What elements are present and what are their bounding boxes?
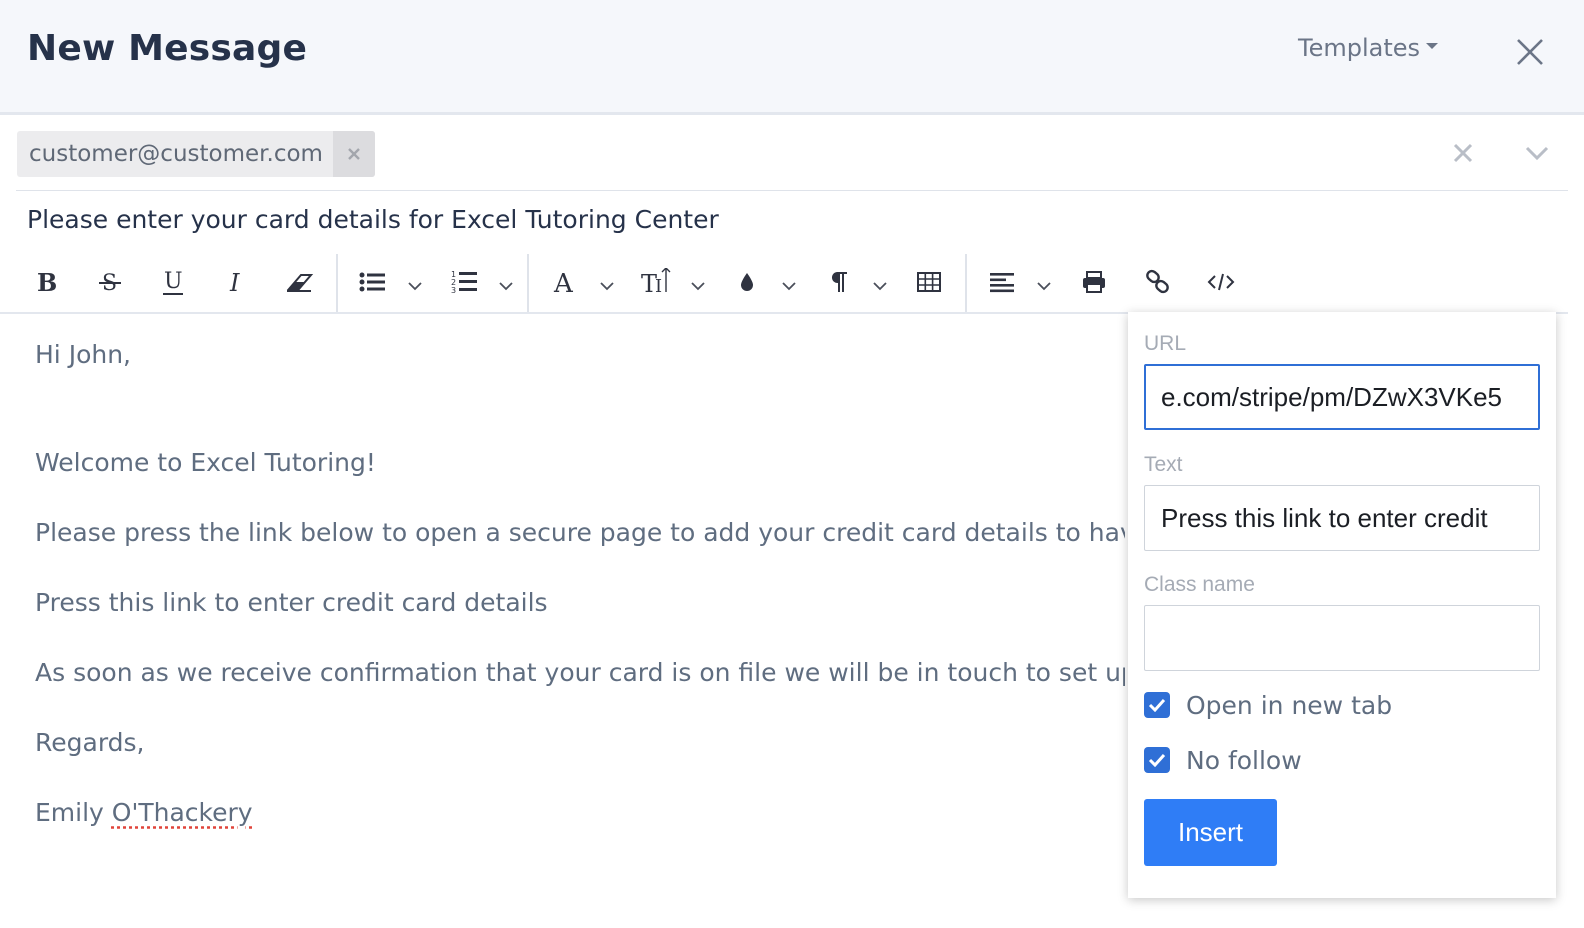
body-line-link: Press this link to enter credit card det… <box>35 588 548 617</box>
templates-dropdown[interactable]: Templates <box>1298 34 1439 62</box>
numbered-list-button[interactable]: 1 2 3 <box>450 264 480 300</box>
italic-icon: I <box>229 269 240 295</box>
class-name-label: Class name <box>1144 573 1255 596</box>
font-family-button[interactable]: A <box>550 264 580 300</box>
subject-line[interactable]: Please enter your card details for Excel… <box>27 205 719 234</box>
chevron-down-icon <box>691 282 705 291</box>
text-color-dropdown[interactable] <box>782 276 796 291</box>
close-icon <box>348 148 360 160</box>
clear-recipients-button[interactable] <box>1452 142 1474 164</box>
eraser-icon <box>286 274 314 292</box>
svg-text:I: I <box>655 276 662 296</box>
open-new-tab-label[interactable]: Open in new tab <box>1186 691 1392 720</box>
close-icon <box>1517 39 1543 65</box>
chevron-down-icon <box>873 282 887 291</box>
svg-text:3: 3 <box>451 286 456 295</box>
editor-toolbar: B S U I 1 2 3 A T I <box>0 252 1568 314</box>
font-icon: A <box>553 269 574 296</box>
chevron-down-icon <box>782 282 796 291</box>
body-line-greeting: Hi John, <box>35 340 131 369</box>
chevron-down-icon <box>1037 282 1051 291</box>
align-left-icon <box>990 273 1014 293</box>
url-input[interactable] <box>1144 364 1540 430</box>
paragraph-dropdown[interactable] <box>873 276 887 291</box>
signature-first-name: Emily <box>35 798 112 827</box>
no-follow-checkbox[interactable] <box>1144 747 1170 773</box>
paragraph-icon <box>831 272 847 292</box>
insert-table-button[interactable] <box>914 264 944 300</box>
bulleted-list-icon <box>359 272 385 292</box>
message-header: New Message Templates <box>0 0 1584 115</box>
code-view-icon <box>1207 273 1235 291</box>
font-size-icon: T I <box>641 268 671 296</box>
toolbar-divider <box>965 254 967 312</box>
recipients-field[interactable]: customer@customer.com <box>16 118 1568 191</box>
templates-label: Templates <box>1298 34 1421 62</box>
italic-button[interactable]: I <box>222 264 252 300</box>
body-line-regards: Regards, <box>35 728 145 757</box>
insert-link-button[interactable] <box>1142 264 1174 300</box>
numbered-list-dropdown[interactable] <box>499 276 513 291</box>
print-icon <box>1083 271 1105 293</box>
checkmark-icon <box>1148 753 1166 767</box>
bold-icon: B <box>37 269 57 295</box>
body-line-signature: Emily O'Thackery <box>35 798 253 827</box>
strikethrough-icon: S <box>99 271 121 295</box>
recipient-email: customer@customer.com <box>29 141 323 167</box>
bold-button[interactable]: B <box>32 264 62 300</box>
clear-format-button[interactable] <box>284 264 316 300</box>
paragraph-button[interactable] <box>826 264 852 300</box>
text-label: Text <box>1144 453 1183 476</box>
code-view-button[interactable] <box>1205 264 1237 300</box>
toolbar-divider <box>527 254 529 312</box>
remove-recipient-button[interactable] <box>332 131 375 177</box>
chevron-down-icon <box>600 282 614 291</box>
chevron-down-icon <box>499 282 513 291</box>
page-title: New Message <box>27 28 308 69</box>
bulleted-list-button[interactable] <box>358 264 388 300</box>
checkmark-icon <box>1148 698 1166 712</box>
signature-last-name: O'Thackery <box>111 798 253 827</box>
strikethrough-button[interactable]: S <box>94 264 126 300</box>
chevron-down-icon <box>408 282 422 291</box>
body-line-confirmation: As soon as we receive confirmation that … <box>35 658 1125 687</box>
svg-text:B: B <box>37 269 57 295</box>
link-popup: URL Text Class name Open in new tab No f… <box>1128 312 1556 898</box>
recipient-chip: customer@customer.com <box>17 131 375 177</box>
text-color-button[interactable] <box>734 264 760 300</box>
svg-text:I: I <box>229 269 240 295</box>
no-follow-label[interactable]: No follow <box>1186 746 1302 775</box>
message-body[interactable]: Hi John, Welcome to Excel Tutoring! Plea… <box>35 330 1125 850</box>
font-size-button[interactable]: T I <box>640 264 672 300</box>
print-button[interactable] <box>1078 264 1110 300</box>
bulleted-list-dropdown[interactable] <box>408 276 422 291</box>
underline-button[interactable]: U <box>158 264 188 300</box>
clear-icon <box>1453 143 1473 163</box>
svg-text:A: A <box>553 269 574 296</box>
color-drop-icon <box>741 273 753 291</box>
align-button[interactable] <box>986 264 1018 300</box>
class-name-input[interactable] <box>1144 605 1540 671</box>
recipients-dropdown-toggle[interactable] <box>1524 144 1550 162</box>
body-line-instructions: Please press the link below to open a se… <box>35 518 1125 547</box>
table-icon <box>917 272 941 292</box>
link-text-input[interactable] <box>1144 485 1540 551</box>
svg-text:U: U <box>164 269 183 294</box>
close-button[interactable] <box>1512 34 1548 70</box>
url-label: URL <box>1144 332 1187 355</box>
font-family-dropdown[interactable] <box>600 276 614 291</box>
toolbar-divider <box>336 254 338 312</box>
numbered-list-icon: 1 2 3 <box>451 270 477 295</box>
caret-down-icon <box>1426 43 1439 49</box>
chevron-down-icon <box>1525 146 1549 161</box>
align-dropdown[interactable] <box>1037 276 1051 291</box>
open-new-tab-checkbox[interactable] <box>1144 692 1170 718</box>
font-size-dropdown[interactable] <box>691 276 705 291</box>
insert-button[interactable]: Insert <box>1144 799 1277 866</box>
link-icon <box>1146 269 1169 294</box>
underline-icon: U <box>163 269 183 295</box>
body-line-welcome: Welcome to Excel Tutoring! <box>35 448 376 477</box>
